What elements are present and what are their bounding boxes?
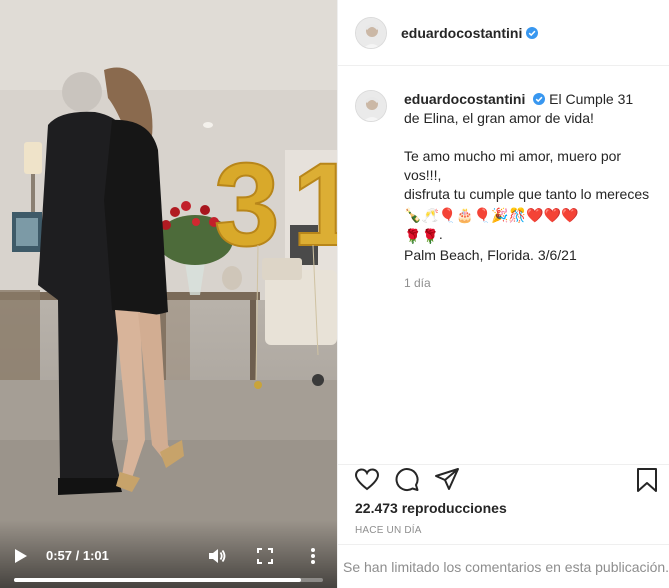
caption-avatar[interactable]: [355, 90, 387, 122]
caption-emoji: 🎊: [508, 207, 527, 223]
caption-line-3: disfruta tu cumple que tanto lo mereces: [404, 186, 650, 202]
posted-ago[interactable]: HACE UN DÍA: [355, 525, 422, 536]
caption-line-2: Te amo mucho mi amor, muero por vos!!!,: [404, 148, 622, 183]
comment-icon[interactable]: [394, 467, 420, 493]
caption-line-3-block: disfruta tu cumple que tanto lo mereces …: [404, 185, 652, 225]
video-frame: 3 1: [0, 0, 337, 588]
caption-text: eduardocostantini El Cumple 31 de Elina,…: [404, 90, 652, 293]
caption-emoji: 🎈: [473, 207, 492, 223]
svg-text:1: 1: [292, 139, 337, 271]
caption-emojis-b: 🌹🌹: [404, 226, 439, 244]
caption-emoji: 🥂: [421, 207, 439, 223]
caption-emoji: ❤️: [543, 207, 561, 223]
fullscreen-icon[interactable]: [256, 547, 274, 565]
send-icon[interactable]: [434, 467, 460, 493]
video-time: 0:57 / 1:01: [46, 548, 109, 563]
video-progress-fill: [14, 578, 302, 582]
avatar-image: [356, 91, 386, 121]
view-count[interactable]: 22.473 reproducciones: [355, 500, 507, 516]
caption-emoji: 🌹: [404, 228, 422, 244]
video-player[interactable]: 3 1 0:57 / 1:01: [0, 0, 337, 588]
caption-line-4: 🌹🌹.: [404, 225, 652, 246]
caption-emoji: 🍾: [404, 207, 422, 223]
svg-text:3: 3: [214, 139, 280, 271]
verified-badge-icon: [533, 93, 546, 105]
caption-area: eduardocostantini El Cumple 31 de Elina,…: [338, 66, 669, 464]
video-progress-bar[interactable]: [14, 578, 323, 582]
caption-emoji: 🌹: [421, 228, 439, 244]
caption-emoji: 🎉: [491, 207, 509, 223]
avatar[interactable]: [355, 16, 387, 49]
caption-first-paragraph: eduardocostantini El Cumple 31 de Elina,…: [404, 90, 652, 128]
post-side-panel: eduardocostantini eduardocostantini El C…: [337, 0, 669, 588]
caption-row: eduardocostantini El Cumple 31 de Elina,…: [355, 90, 652, 293]
heart-icon[interactable]: [354, 467, 380, 493]
comments-limited-notice: Se han limitado los comentarios en esta …: [338, 544, 669, 588]
avatar-image: [356, 17, 386, 48]
caption-username[interactable]: eduardocostantini: [404, 91, 525, 107]
play-icon[interactable]: [14, 548, 28, 564]
verified-badge-icon: [526, 26, 539, 39]
caption-emoji: ❤️: [560, 207, 579, 223]
caption-emoji: 🎈: [438, 207, 457, 223]
caption-emojis-a: 🍾🥂🎈🎂🎈🎉🎊❤️❤️❤️: [404, 205, 578, 223]
caption-line-4-suffix: .: [438, 226, 443, 242]
volume-icon[interactable]: [207, 546, 227, 566]
action-bar: [338, 464, 669, 496]
post-header: eduardocostantini: [338, 0, 669, 66]
video-controls: 0:57 / 1:01: [0, 520, 337, 588]
bookmark-icon[interactable]: [634, 467, 660, 493]
header-username[interactable]: eduardocostantini: [401, 25, 522, 41]
caption-emoji: 🎂: [456, 207, 474, 223]
caption-emoji: ❤️: [526, 207, 544, 223]
more-vertical-icon[interactable]: [305, 546, 321, 566]
caption-time[interactable]: 1 día: [404, 274, 652, 293]
caption-line-5: Palm Beach, Florida. 3/6/21: [404, 247, 577, 263]
